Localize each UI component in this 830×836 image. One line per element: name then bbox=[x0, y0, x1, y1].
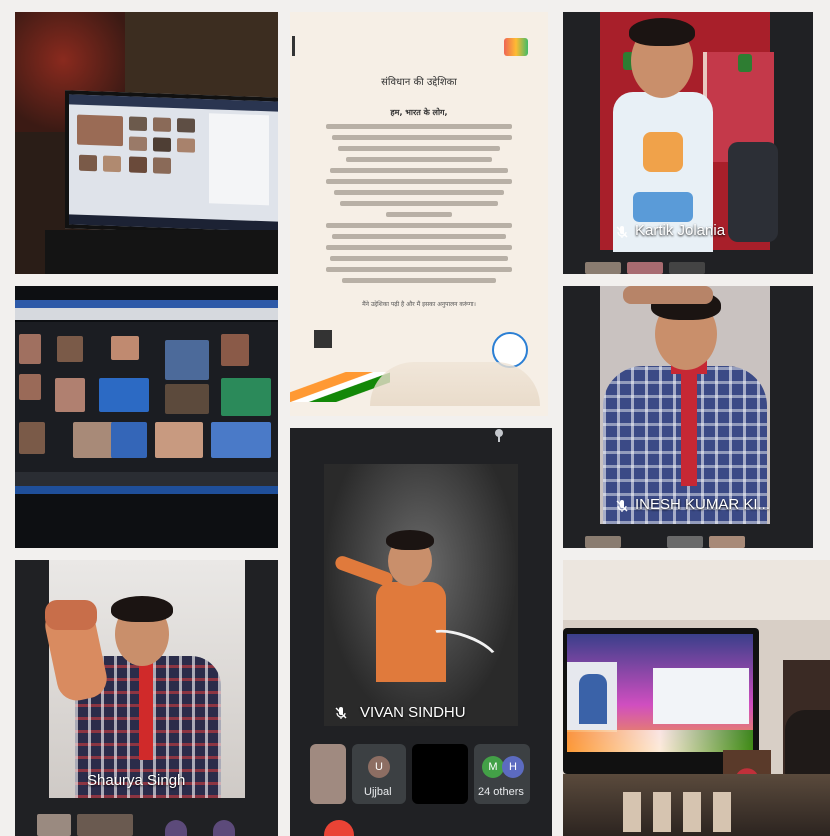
ministry-logo bbox=[292, 36, 329, 56]
avatar-u: U bbox=[368, 756, 390, 778]
participant-thumb-others: M H 24 others bbox=[474, 744, 530, 804]
video-grid bbox=[15, 322, 278, 472]
meet-thumbnail-strip bbox=[585, 536, 795, 548]
preamble-heading: हम, भारत के लोग, bbox=[390, 108, 448, 117]
participant-tile-inesh: INESH KUMAR KI... bbox=[563, 286, 813, 548]
participant-tile-vivan: VIVAN SINDHU U Ujjbal M H 24 others bbox=[290, 428, 552, 836]
avatar-m: M bbox=[482, 756, 504, 778]
participant-tile-kartik: Kartik Jolania bbox=[563, 12, 813, 274]
laptop-screen bbox=[65, 90, 278, 236]
participant-name: Ujjbal bbox=[364, 786, 392, 798]
preamble-document-photo: संविधान की उद्देशिका हम, भारत के लोग, मै… bbox=[290, 12, 548, 416]
preamble-body-text bbox=[326, 124, 512, 294]
photo-collage: { "collage": { "doc_title": "संविधान की … bbox=[0, 0, 830, 836]
meet-thumbnail-strip bbox=[585, 262, 795, 274]
mic-muted-icon bbox=[616, 226, 628, 238]
preamble-footer-line: मैंने उद्देशिका पढ़ी है और मैं इसका अनुप… bbox=[362, 301, 476, 308]
preamble-title: संविधान की उद्देशिका bbox=[381, 77, 457, 88]
laptop-video-call-photo bbox=[15, 12, 278, 274]
self-view-thumbnail bbox=[310, 744, 346, 804]
tv-screen bbox=[567, 634, 753, 752]
photo-frames bbox=[623, 792, 743, 832]
participant-thumb-ujjbal: U Ujjbal bbox=[352, 744, 406, 804]
participant-thumb-black bbox=[412, 744, 468, 804]
digital-india-logo bbox=[314, 330, 332, 348]
dbv-logo bbox=[504, 38, 528, 56]
laptop-keyboard bbox=[45, 230, 278, 274]
parliament-watermark bbox=[370, 362, 540, 406]
participant-name: Shaurya Singh bbox=[87, 772, 186, 789]
red-tie bbox=[681, 366, 697, 486]
others-count: 24 others bbox=[478, 786, 524, 798]
participant-tile-shaurya: Shaurya Singh bbox=[15, 560, 278, 836]
vivan-video bbox=[324, 464, 518, 726]
participant-name: INESH KUMAR KI... bbox=[635, 496, 771, 513]
meet-toolbar bbox=[15, 472, 278, 486]
participant-name: Kartik Jolania bbox=[635, 222, 726, 239]
pin-icon bbox=[495, 429, 503, 442]
meet-bottom-strip bbox=[37, 810, 267, 836]
participant-name: VIVAN SINDHU bbox=[360, 704, 466, 721]
gallery-view-monitor-photo bbox=[15, 286, 278, 548]
end-call-button[interactable] bbox=[324, 820, 354, 836]
mic-muted-icon bbox=[335, 707, 347, 719]
tv-broadcast-photo bbox=[563, 560, 830, 836]
mic-muted-icon bbox=[616, 500, 628, 512]
avatar-h: H bbox=[502, 756, 524, 778]
